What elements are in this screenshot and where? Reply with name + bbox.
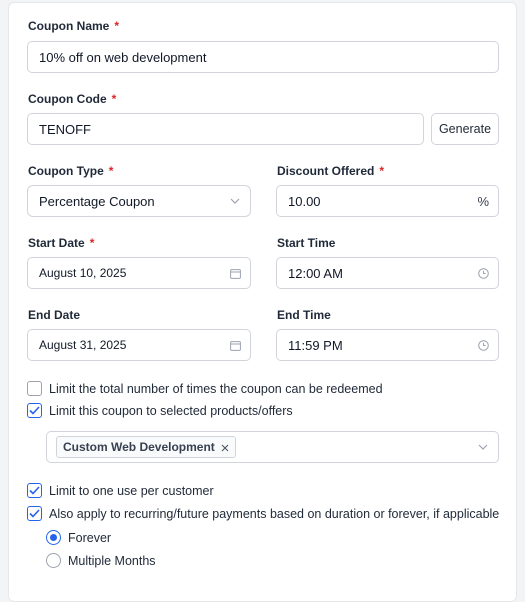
chevron-down-icon [468,444,498,450]
recurring-label: Also apply to recurring/future payments … [49,506,500,521]
radio-dot [50,534,57,541]
start-time-label: Start Time [277,236,335,250]
required-marker: * [114,19,120,33]
coupon-type-label-text: Coupon Type [28,164,104,178]
limit-products-label: Limit this coupon to selected products/o… [49,403,293,418]
coupon-name-value: 10% off on web development [39,49,207,65]
start-date-value: August 10, 2025 [39,266,127,280]
start-date-input[interactable]: August 10, 2025 [27,257,251,289]
end-date-input[interactable]: August 31, 2025 [27,329,251,361]
clock-icon[interactable] [468,267,498,279]
required-marker: * [108,164,114,178]
forever-radio[interactable] [46,530,61,545]
coupon-name-label-text: Coupon Name [28,19,110,33]
close-icon[interactable] [221,440,229,455]
coupon-code-label: Coupon Code * [28,92,116,106]
coupon-form-card: Coupon Name * 10% off on web development … [8,2,517,602]
clock-icon[interactable] [468,339,498,351]
discount-label: Discount Offered * [277,164,384,178]
required-marker: * [111,92,117,106]
required-marker: * [379,164,385,178]
coupon-code-value: TENOFF [39,121,91,137]
duration-multiple-months-option[interactable]: Multiple Months [46,553,156,568]
limit-total-checkbox[interactable] [27,381,42,396]
coupon-type-select[interactable]: Percentage Coupon [27,185,251,217]
discount-label-text: Discount Offered [277,164,375,178]
product-tag-label: Custom Web Development [63,440,215,454]
products-multiselect[interactable]: Custom Web Development [46,431,499,463]
recurring-option[interactable]: Also apply to recurring/future payments … [27,506,499,521]
chevron-down-icon [220,198,250,204]
end-date-label: End Date [28,308,80,322]
duration-forever-option[interactable]: Forever [46,530,111,545]
end-time-label: End Time [277,308,331,322]
start-time-input[interactable]: 12:00 AM [276,257,499,289]
start-date-label-text: Start Date [28,236,85,250]
end-date-label-text: End Date [28,308,81,322]
selected-products: Custom Web Development [56,436,468,458]
coupon-code-label-text: Coupon Code [28,92,107,106]
limit-products-option[interactable]: Limit this coupon to selected products/o… [27,403,293,418]
coupon-name-label: Coupon Name * [28,19,119,33]
product-tag: Custom Web Development [56,436,236,458]
limit-total-option[interactable]: Limit the total number of times the coup… [27,381,383,396]
one-use-label: Limit to one use per customer [49,483,214,498]
end-date-value: August 31, 2025 [39,338,127,352]
generate-button[interactable]: Generate [431,113,499,145]
coupon-code-input[interactable]: TENOFF [27,113,424,145]
one-use-checkbox[interactable] [27,483,42,498]
coupon-type-label: Coupon Type * [28,164,113,178]
calendar-icon[interactable] [220,268,250,279]
check-icon [29,509,40,518]
generate-button-label: Generate [438,122,492,136]
discount-input[interactable]: 10.00 % [276,185,499,217]
start-date-label: Start Date * [28,236,94,250]
check-icon [29,406,40,415]
forever-label: Forever [68,530,112,545]
end-time-input[interactable]: 11:59 PM [276,329,499,361]
coupon-name-input[interactable]: 10% off on web development [27,41,499,73]
limit-total-label: Limit the total number of times the coup… [49,381,383,396]
check-icon [29,486,40,495]
start-time-value: 12:00 AM [288,265,343,281]
required-marker: * [89,236,95,250]
coupon-type-value: Percentage Coupon [39,193,155,209]
multiple-months-radio[interactable] [46,553,61,568]
discount-value: 10.00 [288,193,321,209]
limit-products-checkbox[interactable] [27,403,42,418]
one-use-option[interactable]: Limit to one use per customer [27,483,214,498]
recurring-checkbox[interactable] [27,506,42,521]
calendar-icon[interactable] [220,340,250,351]
multiple-months-label: Multiple Months [68,553,156,568]
start-time-label-text: Start Time [277,236,336,250]
end-time-value: 11:59 PM [288,337,343,353]
percent-suffix: % [477,193,489,209]
end-time-label-text: End Time [277,308,331,322]
